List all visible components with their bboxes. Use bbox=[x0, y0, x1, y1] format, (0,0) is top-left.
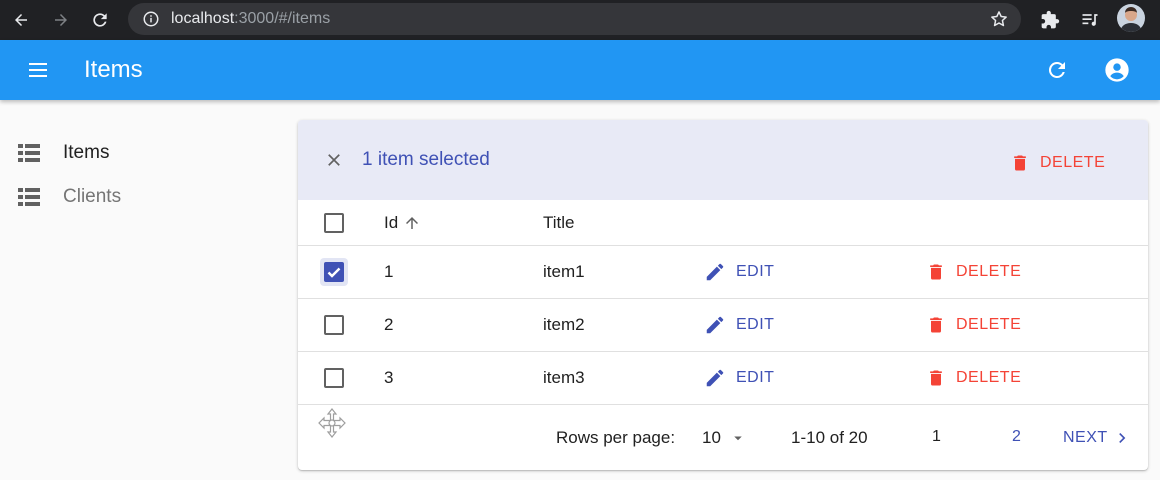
puzzle-icon[interactable] bbox=[1035, 5, 1065, 35]
media-icon[interactable] bbox=[1075, 5, 1105, 35]
trash-icon bbox=[930, 264, 942, 280]
row-checkbox[interactable] bbox=[320, 258, 348, 286]
page-button-2[interactable]: 2 bbox=[1012, 428, 1021, 446]
row-title: item1 bbox=[543, 262, 585, 281]
table-row[interactable]: 2 item2 EDIT DELETE bbox=[298, 299, 1148, 352]
pencil-icon bbox=[706, 316, 724, 334]
row-checkbox[interactable] bbox=[322, 313, 346, 337]
trash-icon bbox=[1014, 155, 1026, 171]
arrow-up-icon bbox=[406, 217, 419, 229]
check-icon bbox=[327, 267, 341, 278]
move-cursor-icon bbox=[316, 407, 348, 444]
row-title: item3 bbox=[543, 368, 585, 387]
close-icon[interactable] bbox=[322, 148, 346, 172]
list-icon bbox=[18, 142, 40, 164]
row-id: 1 bbox=[384, 262, 394, 281]
forward-icon[interactable] bbox=[46, 5, 76, 35]
page-title: Items bbox=[84, 56, 143, 83]
bulk-delete-label: DELETE bbox=[1040, 154, 1106, 171]
trash-icon bbox=[930, 370, 942, 386]
edit-button[interactable]: EDIT bbox=[704, 314, 774, 336]
row-title: item2 bbox=[543, 315, 585, 334]
address-bar[interactable]: localhost:3000/#/items bbox=[128, 3, 1021, 35]
dropdown-arrow-icon bbox=[734, 436, 742, 441]
column-header-id[interactable]: Id bbox=[384, 213, 421, 233]
account-icon[interactable] bbox=[1101, 54, 1133, 86]
column-header-title[interactable]: Title bbox=[543, 213, 575, 233]
app-bar: Items bbox=[0, 40, 1160, 100]
edit-button[interactable]: EDIT bbox=[704, 261, 774, 283]
row-id: 3 bbox=[384, 368, 394, 387]
refresh-icon[interactable] bbox=[1041, 54, 1073, 86]
select-all-checkbox[interactable] bbox=[322, 211, 346, 235]
page-button-1[interactable]: 1 bbox=[932, 428, 941, 446]
pagination-bar: Rows per page: 10 1-10 of 20 1 2 NEXT bbox=[298, 405, 1148, 470]
next-page-button[interactable]: NEXT bbox=[1063, 428, 1132, 448]
edit-button[interactable]: EDIT bbox=[704, 367, 774, 389]
rows-per-page-label: Rows per page: bbox=[556, 428, 676, 447]
star-icon[interactable] bbox=[989, 9, 1009, 34]
back-icon[interactable] bbox=[6, 5, 36, 35]
list-icon bbox=[18, 186, 40, 208]
profile-avatar[interactable] bbox=[1117, 4, 1145, 32]
table-header: Id Title bbox=[298, 200, 1148, 246]
page-range: 1-10 of 20 bbox=[791, 428, 868, 447]
reload-icon[interactable] bbox=[85, 5, 115, 35]
bulk-actions-toolbar: 1 item selected DELETE bbox=[298, 120, 1148, 200]
chevron-right-icon bbox=[1118, 433, 1126, 443]
browser-toolbar: localhost:3000/#/items bbox=[0, 0, 1160, 40]
sidebar-item-items[interactable]: Items bbox=[0, 131, 280, 175]
delete-button[interactable]: DELETE bbox=[926, 261, 1021, 283]
row-id: 2 bbox=[384, 315, 394, 334]
bulk-delete-button[interactable]: DELETE bbox=[1010, 150, 1105, 176]
info-icon[interactable] bbox=[142, 10, 160, 33]
selected-count: 1 item selected bbox=[362, 149, 490, 170]
delete-button[interactable]: DELETE bbox=[926, 367, 1021, 389]
pencil-icon bbox=[706, 263, 724, 281]
table-row[interactable]: 1 item1 EDIT DELETE bbox=[298, 246, 1148, 299]
rows-per-page-select[interactable]: 10 bbox=[702, 428, 747, 448]
url-text: localhost:3000/#/items bbox=[171, 10, 331, 27]
sidebar-item-label: Items bbox=[63, 142, 110, 163]
row-checkbox[interactable] bbox=[322, 366, 346, 390]
items-list-card: 1 item selected DELETE Id Title 1 item1 … bbox=[298, 120, 1148, 470]
table-row[interactable]: 3 item3 EDIT DELETE bbox=[298, 352, 1148, 405]
menu-icon[interactable] bbox=[22, 54, 54, 86]
sidebar-item-clients[interactable]: Clients bbox=[0, 175, 280, 219]
delete-button[interactable]: DELETE bbox=[926, 314, 1021, 336]
sidebar-item-label: Clients bbox=[63, 186, 122, 207]
pencil-icon bbox=[706, 369, 724, 387]
trash-icon bbox=[930, 317, 942, 333]
